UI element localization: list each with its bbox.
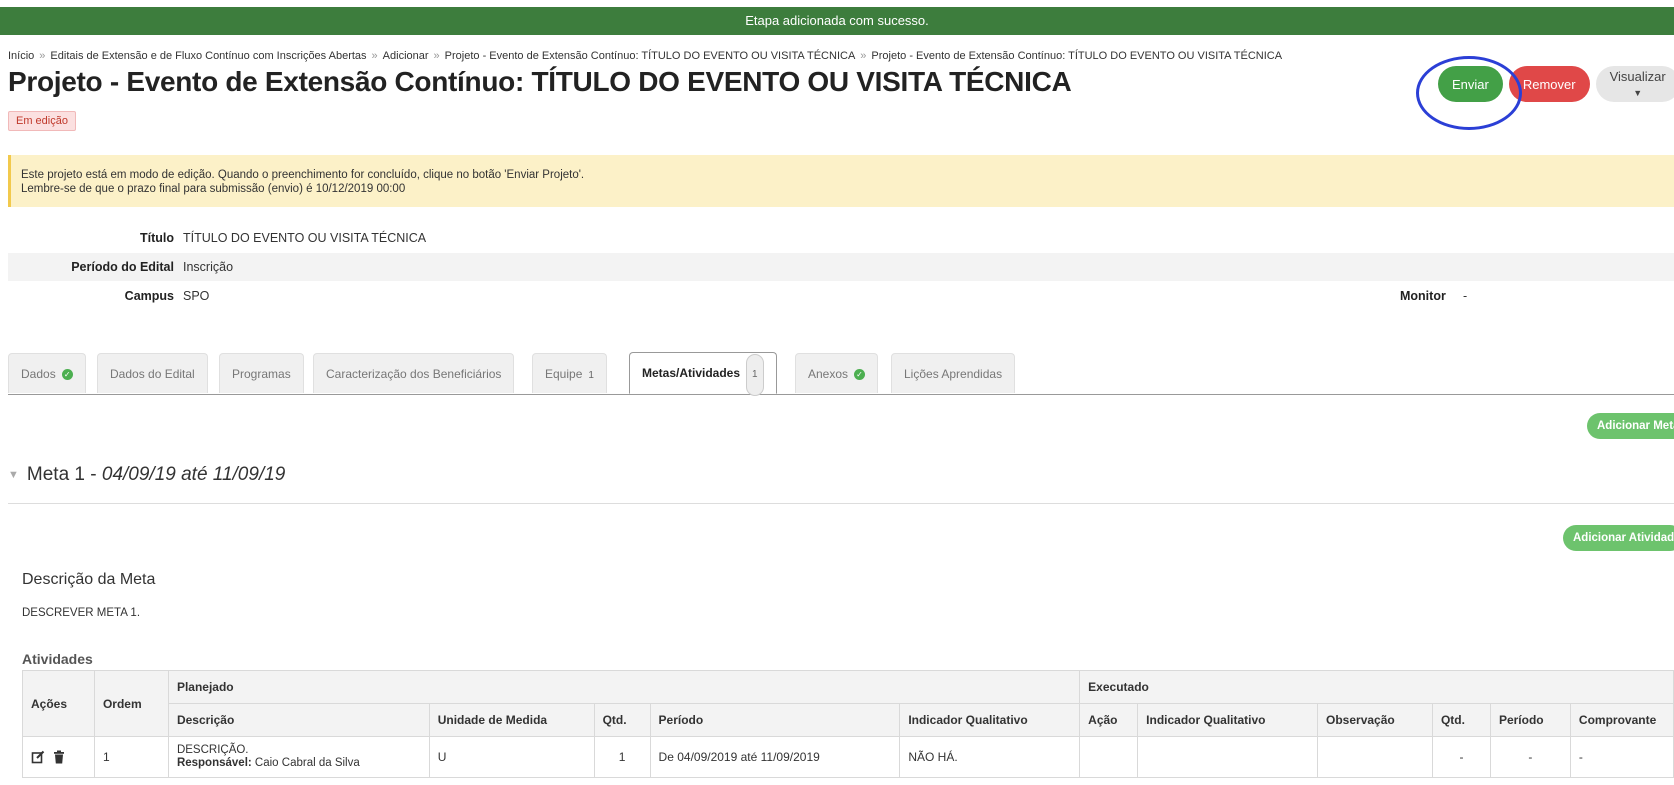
periodo-label: Período do Edital xyxy=(71,260,174,274)
detail-row-titulo: Título TÍTULO DO EVENTO OU VISITA TÉCNIC… xyxy=(8,224,1674,252)
tab-count: 1 xyxy=(588,370,594,381)
meta-prefix: Meta 1 - xyxy=(26,464,102,485)
detail-row-campus: Campus SPO Monitor - xyxy=(8,282,1674,310)
responsavel-name: Caio Cabral da Silva xyxy=(254,757,360,769)
chevron-down-icon: ▼ xyxy=(1633,88,1643,98)
add-meta-button[interactable]: Adicionar Meta xyxy=(1587,413,1674,439)
monitor-label: Monitor xyxy=(1400,289,1446,303)
actions-cell xyxy=(22,736,95,778)
breadcrumb-item-inicio[interactable]: Início xyxy=(8,50,34,62)
cell-indicador: NÃO HÁ. xyxy=(899,736,1081,778)
check-icon: ✓ xyxy=(854,369,866,381)
campus-label: Campus xyxy=(124,289,174,303)
meta-period: 04/09/19 até 11/09/19 xyxy=(101,464,286,485)
collapse-arrow-icon: ▼ xyxy=(8,468,19,481)
edit-mode-warning: Este projeto está em modo de edição. Qua… xyxy=(8,155,1674,207)
warning-line-1: Este projeto está em modo de edição. Qua… xyxy=(21,169,585,181)
cell-descricao: DESCRIÇÃO. Responsável: Caio Cabral da S… xyxy=(167,736,430,778)
send-button[interactable]: Enviar xyxy=(1438,66,1503,102)
tab-label: Equipe xyxy=(545,367,583,381)
breadcrumb-item-current: Projeto - Evento de Extensão Contínuo: T… xyxy=(871,50,1283,62)
cell-comprovante: - xyxy=(1569,736,1674,778)
tab-metas-atividades[interactable]: Metas/Atividades 1 xyxy=(629,352,777,396)
breadcrumb: Início » Editais de Extensão e de Fluxo Co… xyxy=(8,50,1282,62)
monitor-value: - xyxy=(1463,289,1468,303)
page-title: Projeto - Evento de Extensão Contínuo: T… xyxy=(8,66,1072,97)
project-tabs: Dados ✓ Dados do Edital Programas Caracte… xyxy=(8,352,1674,396)
header-ordem: Ordem xyxy=(93,670,169,737)
cell-ordem: 1 xyxy=(93,736,169,778)
trash-icon[interactable] xyxy=(52,750,66,764)
tab-dados[interactable]: Dados ✓ xyxy=(8,353,86,393)
tab-count: 1 xyxy=(746,354,764,396)
tab-label: Dados do Edital xyxy=(110,367,195,381)
header-qtd-exec: Qtd. xyxy=(1431,703,1491,737)
view-label: Visualizar xyxy=(1609,69,1666,84)
meta-title[interactable]: ▼ Meta 1 - 04/09/19 até 11/09/19 xyxy=(8,464,285,486)
breadcrumb-separator: » xyxy=(433,50,440,62)
header-indicador: Indicador Qualitativo xyxy=(899,703,1081,737)
tab-caracterizacao[interactable]: Caracterização dos Beneficiários xyxy=(313,353,515,393)
breadcrumb-separator: » xyxy=(860,50,867,62)
cell-periodo: De 04/09/2019 até 11/09/2019 xyxy=(649,736,901,778)
periodo-value: Inscrição xyxy=(183,260,234,274)
breadcrumb-separator: » xyxy=(371,50,378,62)
cell-periodo-exec: - xyxy=(1489,736,1571,778)
cell-acao xyxy=(1079,736,1139,778)
header-acao: Ação xyxy=(1079,703,1139,737)
add-atividade-button[interactable]: Adicionar Atividade xyxy=(1563,525,1674,551)
header-comprovante: Comprovante xyxy=(1569,703,1674,737)
warning-line-2: Lembre-se de que o prazo final para subm… xyxy=(21,183,406,195)
tab-licoes-aprendidas[interactable]: Lições Aprendidas xyxy=(891,353,1016,393)
cell-indicador-exec xyxy=(1137,736,1319,778)
tab-label: Dados xyxy=(21,367,56,381)
titulo-value: TÍTULO DO EVENTO OU VISITA TÉCNICA xyxy=(183,231,427,245)
cell-unidade: U xyxy=(428,736,595,778)
header-executado: Executado xyxy=(1079,670,1674,704)
tab-label: Metas/Atividades xyxy=(642,366,741,380)
view-dropdown-button[interactable]: Visualizar ▼ xyxy=(1595,66,1674,102)
tab-label: Anexos xyxy=(808,367,849,381)
edit-icon[interactable] xyxy=(31,750,45,764)
table-row: 1 DESCRIÇÃO. Responsável: Caio Cabral da… xyxy=(22,736,1674,778)
atividades-table: Ações Ordem Planejado Executado Descriçã… xyxy=(22,670,1674,778)
header-descricao: Descrição xyxy=(167,703,430,737)
responsavel-label: Responsável: xyxy=(176,757,252,769)
titulo-label: Título xyxy=(139,231,174,245)
atividades-title: Atividades xyxy=(22,651,93,667)
header-qtd: Qtd. xyxy=(593,703,651,737)
campus-value: SPO xyxy=(183,289,210,303)
remove-button[interactable]: Remover xyxy=(1508,66,1590,102)
detail-row-periodo: Período do Edital Inscrição xyxy=(8,253,1674,281)
header-observacao: Observação xyxy=(1317,703,1433,737)
cell-qtd-exec: - xyxy=(1431,736,1491,778)
tab-label: Lições Aprendidas xyxy=(904,367,1003,381)
tab-equipe[interactable]: Equipe 1 xyxy=(532,353,607,393)
meta-description-text: DESCREVER META 1. xyxy=(22,607,141,619)
check-icon: ✓ xyxy=(61,369,73,381)
header-planejado: Planejado xyxy=(167,670,1081,704)
tab-programas[interactable]: Programas xyxy=(219,353,304,393)
breadcrumb-item-adicionar[interactable]: Adicionar xyxy=(383,50,429,62)
breadcrumb-item-editais[interactable]: Editais de Extensão e de Fluxo Contínuo … xyxy=(50,50,366,62)
status-badge: Em edição xyxy=(8,111,76,131)
header-unidade: Unidade de Medida xyxy=(428,703,595,737)
success-flash-message: Etapa adicionada com sucesso. xyxy=(0,7,1674,35)
header-indicador-exec: Indicador Qualitativo xyxy=(1137,703,1319,737)
breadcrumb-item-projeto[interactable]: Projeto - Evento de Extensão Contínuo: T… xyxy=(445,50,856,62)
tab-label: Caracterização dos Beneficiários xyxy=(326,367,502,381)
descricao-text: DESCRIÇÃO. xyxy=(176,744,249,756)
header-acoes: Ações xyxy=(22,670,95,737)
divider xyxy=(8,503,1674,504)
meta-description-title: Descrição da Meta xyxy=(22,571,156,588)
cell-observacao xyxy=(1317,736,1433,778)
tab-dados-do-edital[interactable]: Dados do Edital xyxy=(97,353,208,393)
header-periodo: Período xyxy=(649,703,901,737)
tab-label: Programas xyxy=(232,367,291,381)
cell-qtd: 1 xyxy=(593,736,651,778)
header-periodo-exec: Período xyxy=(1489,703,1571,737)
tab-anexos[interactable]: Anexos ✓ xyxy=(795,353,879,393)
page-actions: Enviar Remover Visualizar ▼ xyxy=(1438,66,1674,102)
breadcrumb-separator: » xyxy=(39,50,46,62)
